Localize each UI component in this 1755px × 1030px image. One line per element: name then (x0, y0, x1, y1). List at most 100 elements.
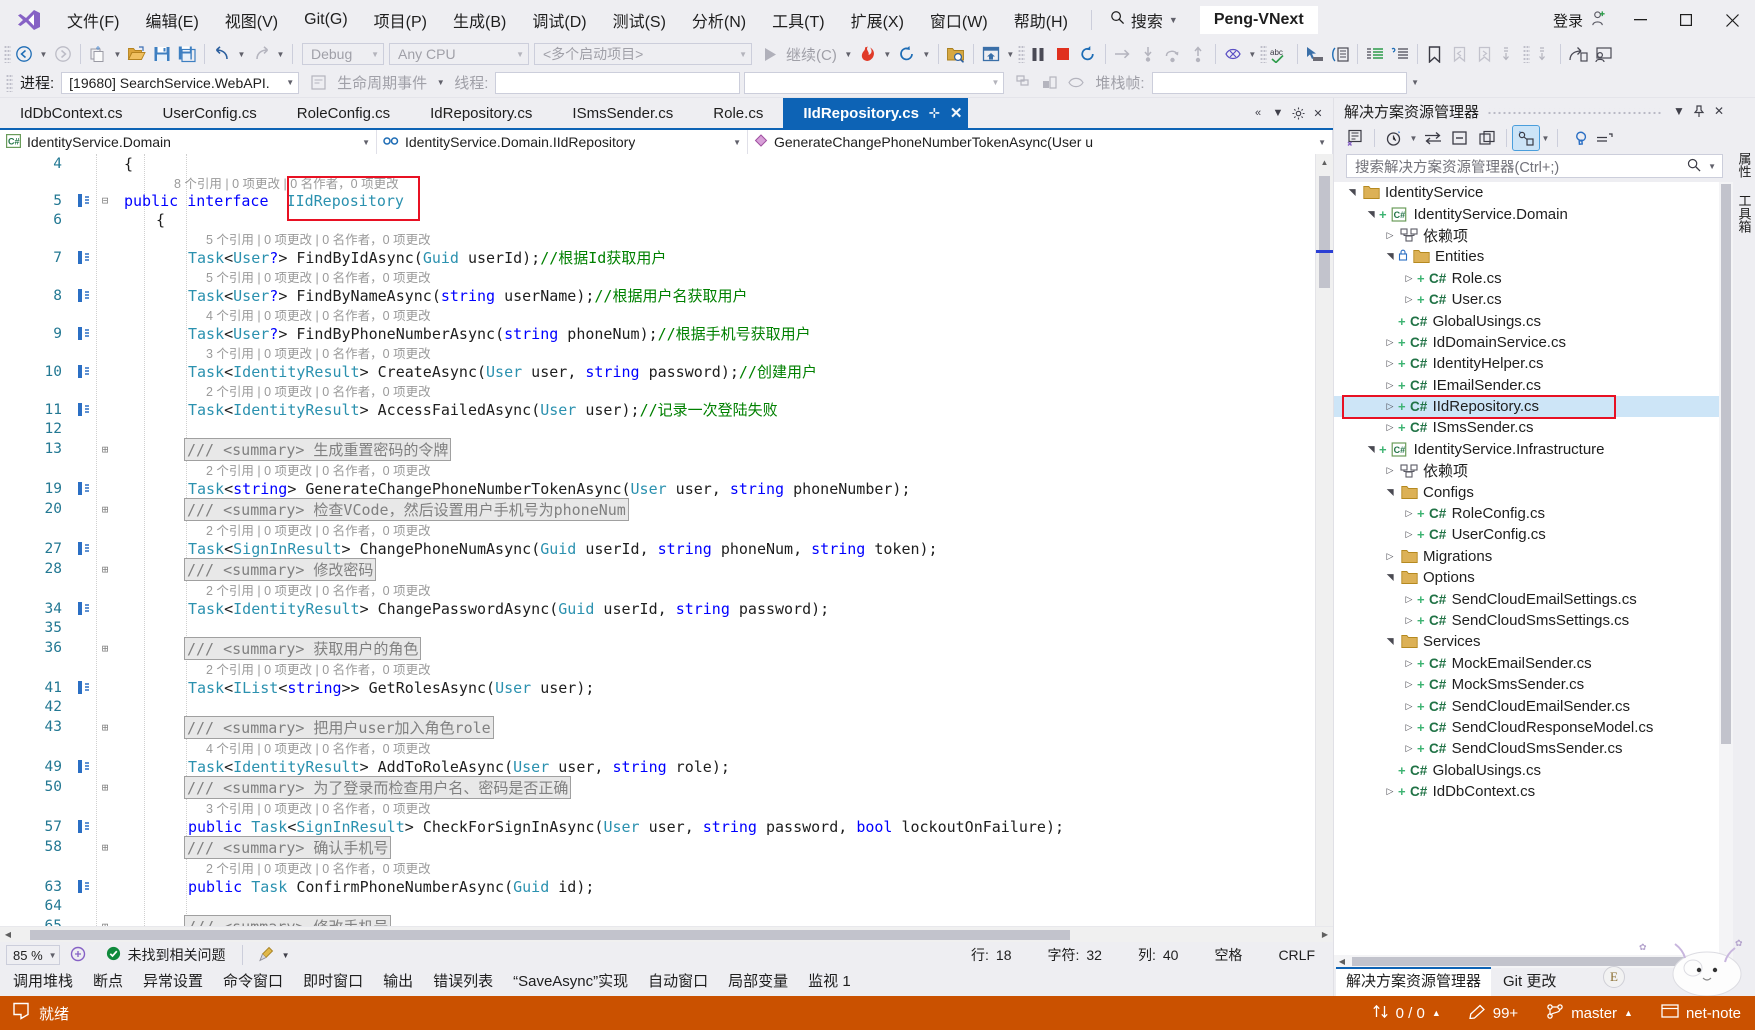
thread-marker-icon[interactable] (1221, 42, 1245, 66)
hot-reload-dropdown-icon[interactable]: ▼ (881, 42, 894, 66)
next-bookmark-icon[interactable] (1473, 42, 1497, 66)
tab-locals[interactable]: 局部变量 (719, 967, 797, 996)
menu-build[interactable]: 生成(B) (440, 3, 519, 37)
indentation-indicator[interactable]: 空格 (1196, 945, 1260, 965)
codelens-text[interactable]: 5 个引用 | 0 项更改 | 0 名作者，0 项更改 (206, 229, 431, 248)
navbar-member-select[interactable]: GenerateChangePhoneNumberTokenAsync(User… (748, 130, 1333, 154)
expand-toggle[interactable]: ⊞ (96, 920, 114, 927)
tree-node-ismssender-cs[interactable]: ▷ + C# ISmsSender.cs (1334, 417, 1733, 438)
codelens-text[interactable]: 2 个引用 | 0 项更改 | 0 名作者，0 项更改 (206, 580, 431, 599)
active-files-dropdown-icon[interactable]: ▼ (1269, 101, 1287, 125)
close-document-icon[interactable]: ✕ (1309, 101, 1327, 125)
continue-dropdown-icon[interactable]: ▼ (842, 42, 855, 66)
debug-toolbar-grip[interactable] (6, 73, 13, 92)
tree-node-entities[interactable]: ◢ Entities (1334, 246, 1733, 267)
filter-dropdown-icon[interactable]: ▼ (1408, 134, 1419, 143)
tree-node-mockemailsender-cs[interactable]: ▷ + C# MockEmailSender.cs (1334, 653, 1733, 674)
pending-changes-filter-icon[interactable] (1381, 126, 1407, 150)
scrollbar-thumb[interactable] (1721, 184, 1731, 744)
search-input[interactable]: 搜索 ▼ (1102, 5, 1186, 35)
editor-vertical-scrollbar[interactable]: ▲ (1315, 154, 1333, 926)
rail-tab-toolbox[interactable]: 工具箱 (1732, 186, 1755, 241)
parallel-watch-icon[interactable] (1064, 71, 1088, 95)
lifecycle-events-label[interactable]: 生命周期事件 (332, 72, 432, 93)
footer-tab-git-changes[interactable]: Git 更改 (1493, 967, 1566, 996)
codelens-text[interactable]: 2 个引用 | 0 项更改 | 0 名作者，0 项更改 (206, 520, 431, 539)
editor-horizontal-scrollbar[interactable]: ◀ ▶ (0, 926, 1333, 942)
toggle-bookmark-icon[interactable] (1423, 42, 1447, 66)
new-project-icon[interactable] (86, 42, 110, 66)
tree-node-[interactable]: ▷ 依赖项 (1334, 460, 1733, 481)
tab-settings-gear-icon[interactable] (1289, 101, 1307, 125)
collapse-toggle[interactable]: ⊟ (96, 194, 114, 207)
chevron-right-icon[interactable]: ▷ (1401, 722, 1417, 733)
navbar-project-select[interactable]: C# IdentityService.Domain ▼ (0, 130, 377, 154)
chevron-right-icon[interactable]: ▷ (1382, 230, 1398, 241)
tab-userconfig[interactable]: UserConfig.cs (143, 98, 277, 128)
chevron-right-icon[interactable]: ▷ (1401, 679, 1417, 690)
tree-node-userconfig-cs[interactable]: ▷ + C# UserConfig.cs (1334, 524, 1733, 545)
navigate-back-icon[interactable] (12, 42, 36, 66)
chevron-down-icon[interactable]: ▼ (1169, 15, 1178, 25)
collapsed-doc-comment[interactable]: /// <summary> 修改手机号 (184, 914, 392, 926)
footer-tab-solution-explorer[interactable]: 解决方案资源管理器 (1336, 967, 1492, 996)
chevron-right-icon[interactable]: ▷ (1382, 358, 1398, 369)
close-panel-icon[interactable]: ✕ (1709, 100, 1729, 122)
expand-toggle[interactable]: ⊞ (96, 642, 114, 655)
flag-thread-icon[interactable] (1012, 71, 1036, 95)
tree-node-user-cs[interactable]: ▷ + C# User.cs (1334, 289, 1733, 310)
undo-icon[interactable] (210, 42, 234, 66)
restart-debugging-icon[interactable] (1076, 42, 1100, 66)
class-view-dropdown-icon[interactable]: ▼ (1540, 134, 1551, 143)
tree-node-globalusings-cs[interactable]: + C# GlobalUsings.cs (1334, 760, 1733, 781)
chevron-right-icon[interactable]: ▷ (1382, 551, 1398, 562)
chevron-right-icon[interactable]: ▷ (1382, 422, 1398, 433)
refresh-icon[interactable] (895, 42, 919, 66)
chevron-down-icon[interactable]: ▼ (282, 951, 290, 960)
scroll-up-icon[interactable]: ▲ (1316, 154, 1333, 170)
chevron-down-icon[interactable]: ◢ (1366, 441, 1377, 457)
save-all-icon[interactable] (175, 42, 199, 66)
break-all-icon[interactable] (1026, 42, 1050, 66)
sync-with-active-document-icon[interactable] (1420, 126, 1446, 150)
thread-detail-select[interactable]: ▼ (744, 71, 1005, 94)
properties-icon[interactable] (1564, 126, 1590, 150)
chevron-right-icon[interactable]: ▷ (1401, 273, 1417, 284)
chevron-down-icon[interactable]: ◢ (1385, 249, 1396, 265)
collapsed-doc-comment[interactable]: /// <summary> 修改密码 (184, 557, 377, 581)
redo-icon[interactable] (249, 42, 273, 66)
menu-extensions[interactable]: 扩展(X) (838, 3, 917, 37)
tab-output[interactable]: 输出 (374, 967, 422, 996)
tree-node-iddomainservice-cs[interactable]: ▷ + C# IdDomainService.cs (1334, 332, 1733, 353)
menu-test[interactable]: 测试(S) (600, 3, 679, 37)
code-cleanup-button[interactable]: ▼ (249, 946, 300, 965)
codelens-text[interactable]: 3 个引用 | 0 项更改 | 0 名作者，0 项更改 (206, 798, 431, 817)
menu-window[interactable]: 窗口(W) (917, 3, 1001, 37)
tab-call-stack[interactable]: 调用堆栈 (4, 967, 82, 996)
tree-node-configs[interactable]: ◢ Configs (1334, 481, 1733, 502)
menu-debug[interactable]: 调试(D) (519, 3, 599, 37)
search-options-chevron-icon[interactable]: ▼ (1708, 162, 1716, 171)
show-next-statement-icon[interactable] (1111, 42, 1135, 66)
tree-node-role-cs[interactable]: ▷ + C# Role.cs (1334, 268, 1733, 289)
tab-saveasync-implementations[interactable]: “SaveAsync”实现 (504, 967, 637, 996)
continue-label[interactable]: 继续(C) (782, 44, 841, 65)
codelens-text[interactable]: 8 个引用 | 0 项更改 | 0 名作者，0 项更改 (174, 173, 399, 192)
tab-breakpoints[interactable]: 断点 (84, 967, 132, 996)
chevron-down-icon[interactable]: ◢ (1385, 484, 1396, 500)
tab-idrepository[interactable]: IdRepository.cs (410, 98, 552, 128)
refresh-dropdown-icon[interactable]: ▼ (920, 42, 933, 66)
chevron-right-icon[interactable]: ▷ (1382, 380, 1398, 391)
pending-changes-status[interactable]: 0 / 0 ▲ (1358, 996, 1455, 1030)
show-flagged-threads-icon[interactable] (1038, 71, 1062, 95)
stack-frame-dropdown-icon[interactable]: ▼ (1409, 71, 1422, 95)
menu-help[interactable]: 帮助(H) (1001, 3, 1081, 37)
stack-frame-select[interactable] (1151, 71, 1407, 94)
error-count-status[interactable]: 99+ (1455, 996, 1532, 1030)
save-icon[interactable] (150, 42, 174, 66)
expand-toggle[interactable]: ⊞ (96, 721, 114, 734)
intellicode-status[interactable] (60, 946, 96, 965)
chevron-right-icon[interactable]: ▷ (1401, 294, 1417, 305)
menu-git[interactable]: Git(G) (291, 6, 361, 34)
collapsed-doc-comment[interactable]: /// <summary> 为了登录而检查用户名、密码是否正确 (184, 775, 572, 799)
